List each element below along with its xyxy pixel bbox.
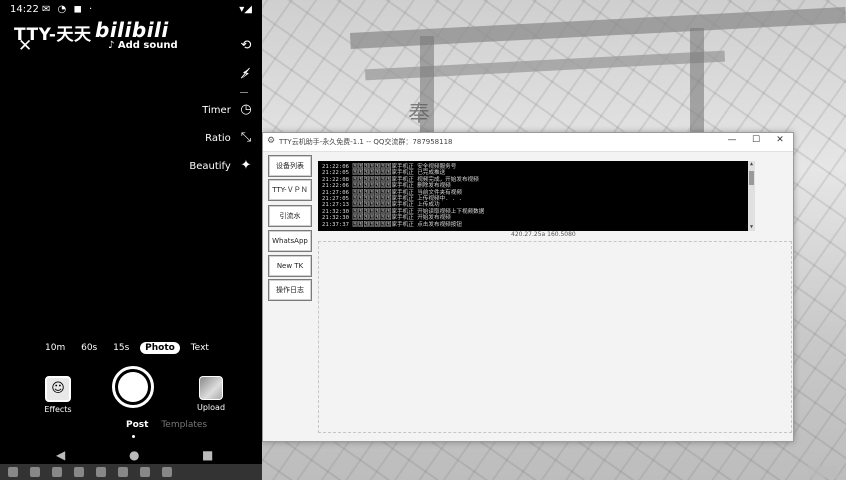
tty-vpn-button[interactable]: TTY-ＶＰＮ bbox=[268, 179, 312, 201]
taskbar-app-icon[interactable] bbox=[30, 467, 40, 477]
phone-status-bar: 14:22 ✉ ◔ ◼ · ▾◢ bbox=[10, 4, 252, 18]
log-scrollbar[interactable]: ▲ ▼ bbox=[748, 161, 755, 231]
flip-camera-button[interactable]: ⟲ bbox=[234, 37, 254, 55]
mode-text[interactable]: Text bbox=[186, 342, 214, 354]
wallpaper-torii-beam bbox=[364, 50, 726, 81]
device-list-button[interactable]: 设备列表 bbox=[268, 155, 312, 177]
taskbar-app-icon[interactable] bbox=[74, 467, 84, 477]
tab-templates[interactable]: Templates bbox=[161, 420, 207, 430]
effects-icon: ☺ bbox=[45, 376, 71, 402]
mode-15s[interactable]: 15s bbox=[108, 342, 134, 354]
wallpaper-torii-post bbox=[690, 28, 704, 138]
side-divider bbox=[240, 92, 248, 93]
device-resolution-readout: 420.27.25a 160.5080 bbox=[511, 231, 576, 238]
scroll-down-icon[interactable]: ▼ bbox=[748, 224, 755, 231]
minimize-icon[interactable]: — bbox=[725, 135, 739, 145]
upload-label: Upload bbox=[196, 403, 226, 412]
operation-log-button[interactable]: 操作日志 bbox=[268, 279, 312, 301]
new-tk-button[interactable]: New TK bbox=[268, 255, 312, 277]
scroll-thumb[interactable] bbox=[749, 171, 754, 185]
tab-post[interactable]: Post bbox=[126, 420, 148, 430]
effects-label: Effects bbox=[44, 405, 72, 414]
maximize-icon[interactable]: ☐ bbox=[749, 135, 763, 145]
taskbar-app-icon[interactable] bbox=[96, 467, 106, 477]
post-tabs: Post Templates bbox=[126, 420, 217, 430]
status-notification-icons: ✉ ◔ ◼ · bbox=[42, 4, 95, 15]
beautify-label: Beautify bbox=[189, 161, 231, 172]
status-time: 14:22 bbox=[10, 4, 39, 15]
mode-photo[interactable]: Photo bbox=[140, 342, 180, 354]
taskbar-app-icon[interactable] bbox=[140, 467, 150, 477]
log-line: 21:37:37 国国国国国国国家手机正 点击发布视频按钮 bbox=[322, 221, 462, 228]
upload-button[interactable]: Upload bbox=[196, 376, 226, 412]
add-sound-button[interactable]: ♪ Add sound bbox=[108, 40, 178, 51]
active-tab-indicator bbox=[132, 435, 135, 438]
taskbar bbox=[0, 464, 262, 480]
flip-camera-icon: ⟲ bbox=[240, 38, 252, 53]
device-content-panel bbox=[318, 241, 792, 433]
close-icon[interactable]: ✕ bbox=[773, 135, 787, 145]
window-titlebar[interactable]: ⚙ TTY云机助手-永久免费-1.1 -- QQ交流群：787958118 — … bbox=[263, 133, 793, 152]
mode-60s[interactable]: 60s bbox=[76, 342, 102, 354]
flash-off-icon: ⚡̸ bbox=[241, 67, 251, 82]
timer-button[interactable]: Timer ◷ bbox=[202, 101, 254, 119]
close-icon[interactable]: ✕ bbox=[18, 36, 32, 56]
ratio-button[interactable]: Ratio ⤡ bbox=[205, 129, 254, 147]
taskbar-app-icon[interactable] bbox=[118, 467, 128, 477]
ratio-icon: ⤡ bbox=[240, 130, 252, 145]
whatsapp-button[interactable]: WhatsApp bbox=[268, 230, 312, 252]
gallery-thumbnail-icon bbox=[199, 376, 223, 400]
log-output[interactable]: 21:22:06 国国国国国国国家手机正 安全视频服务号 21:22:05 国国… bbox=[318, 161, 755, 231]
bilibili-logo: bilibili bbox=[95, 18, 169, 42]
system-tray[interactable] bbox=[808, 466, 838, 478]
wallpaper-kanji-sign: 奉 bbox=[408, 102, 431, 127]
beautify-button[interactable]: Beautify ✦ bbox=[189, 157, 254, 175]
status-signal-icons: ▾◢ bbox=[239, 4, 252, 15]
taskbar-app-icon[interactable] bbox=[52, 467, 62, 477]
scroll-up-icon[interactable]: ▲ bbox=[748, 161, 755, 168]
window-title: TTY云机助手-永久免费-1.1 -- QQ交流群：787958118 bbox=[279, 138, 453, 146]
taskbar-app-icon[interactable] bbox=[8, 467, 18, 477]
shutter-button[interactable] bbox=[112, 366, 154, 408]
android-nav-bar: ◀ ● ■ bbox=[0, 448, 262, 464]
taskbar-app-icon[interactable] bbox=[162, 467, 172, 477]
tty-assistant-window: ⚙ TTY云机助手-永久免费-1.1 -- QQ交流群：787958118 — … bbox=[262, 132, 794, 442]
home-icon[interactable]: ● bbox=[129, 448, 139, 462]
flash-button[interactable]: ⚡̸ bbox=[234, 66, 254, 84]
back-icon[interactable]: ◀ bbox=[56, 448, 65, 462]
shutter-inner bbox=[118, 372, 148, 402]
timer-icon: ◷ bbox=[240, 102, 252, 117]
traffic-button[interactable]: 引流水 bbox=[268, 205, 312, 227]
beautify-icon: ✦ bbox=[240, 158, 252, 173]
capture-mode-selector: 10m 60s 15s Photo Text bbox=[40, 342, 217, 358]
mode-10m[interactable]: 10m bbox=[40, 342, 70, 354]
ratio-label: Ratio bbox=[205, 133, 231, 144]
phone-mirror-screen[interactable]: 14:22 ✉ ◔ ◼ · ▾◢ TTY-天天 bilibili ✕ ♪ Add… bbox=[0, 0, 262, 480]
timer-label: Timer bbox=[202, 105, 231, 116]
recents-icon[interactable]: ■ bbox=[202, 448, 213, 462]
effects-button[interactable]: ☺ Effects bbox=[44, 376, 72, 414]
app-icon: ⚙ bbox=[267, 136, 276, 146]
